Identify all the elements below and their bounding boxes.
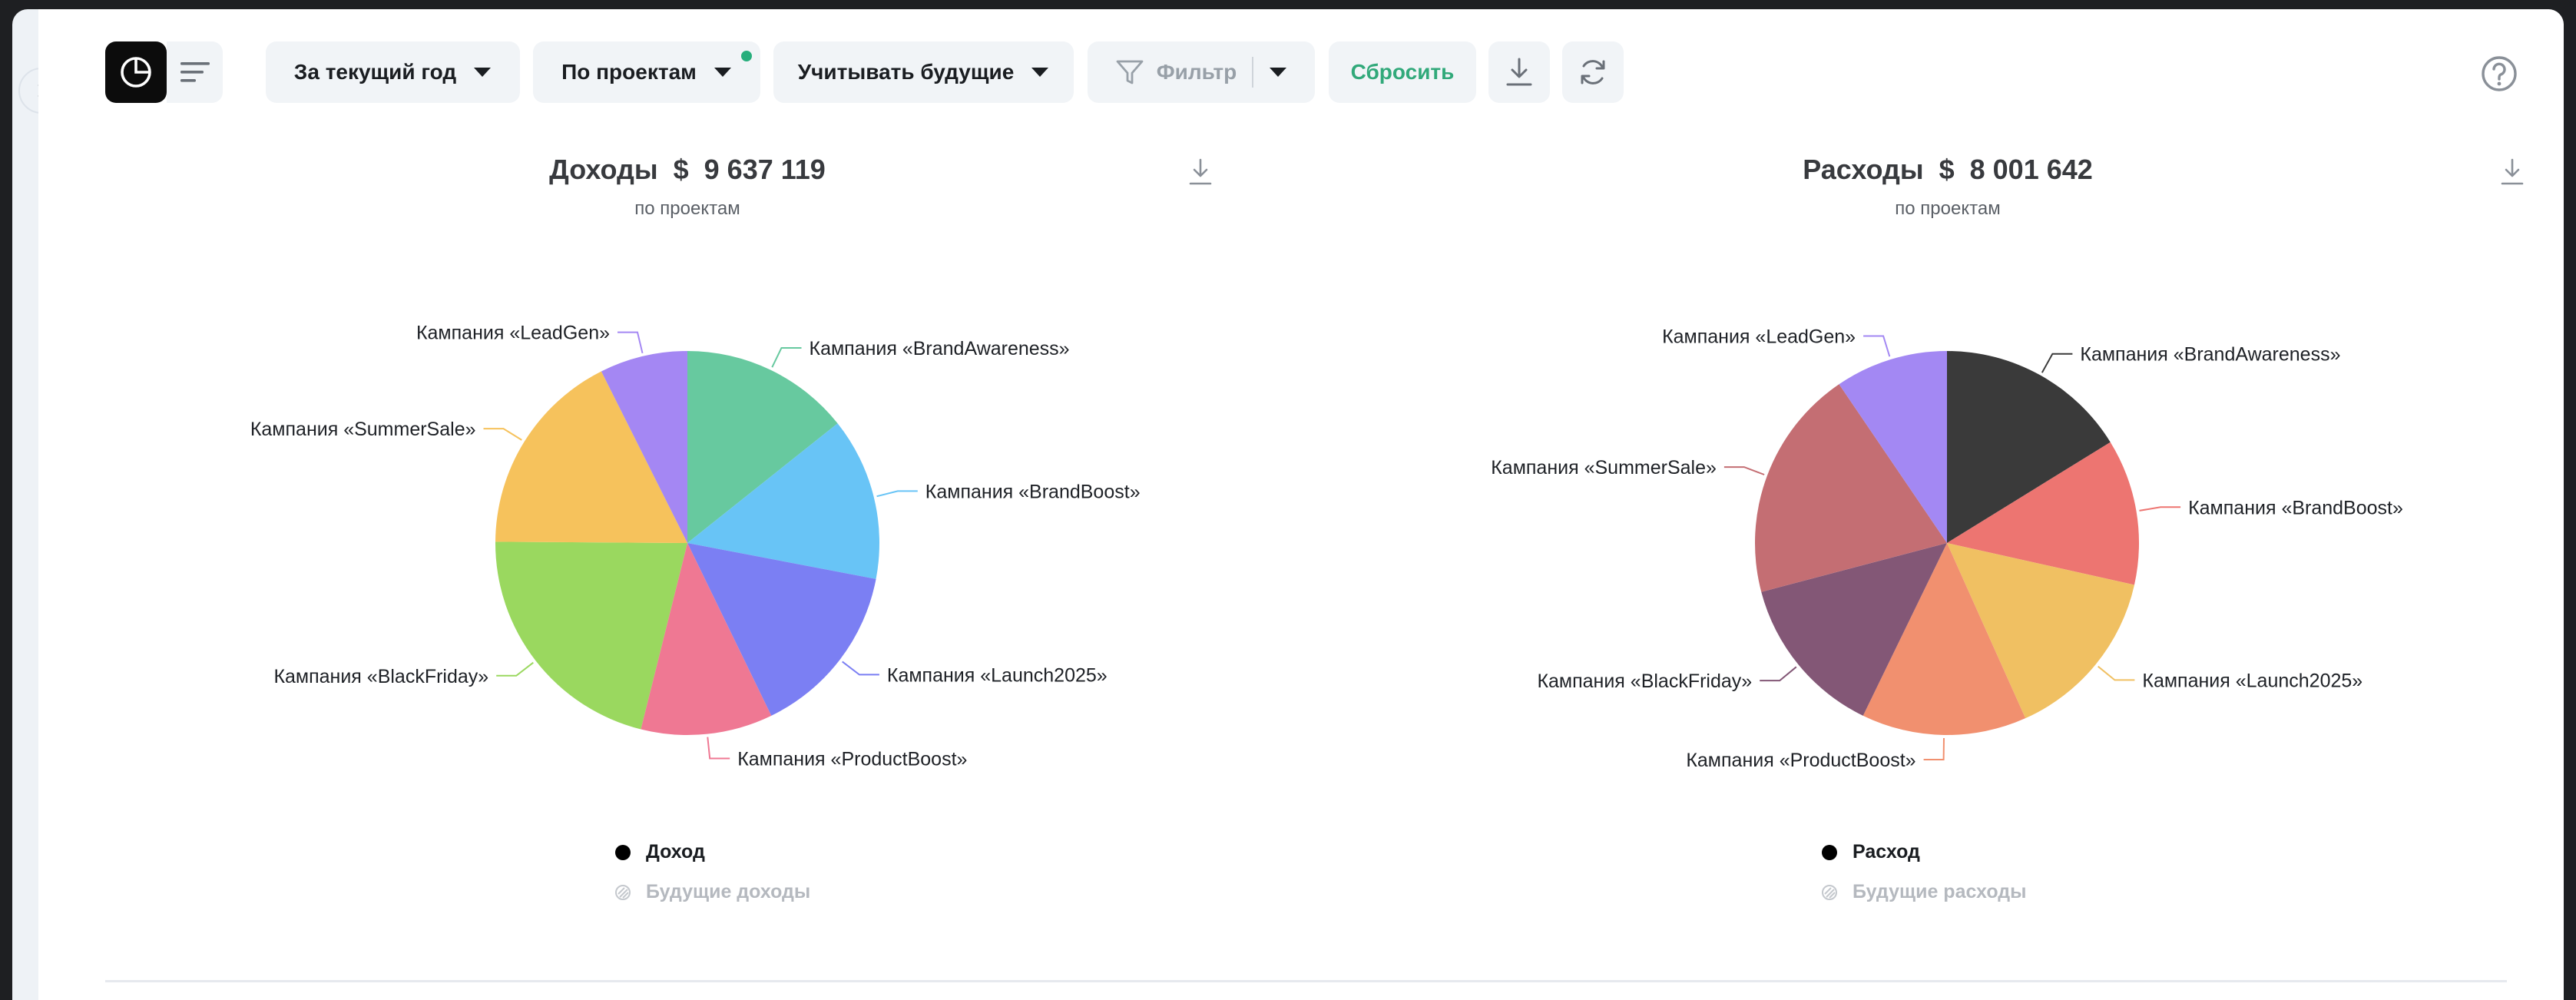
expense-leader-line <box>1923 737 1945 760</box>
legend-solid-marker <box>1822 844 1837 860</box>
period-dropdown-label: За текущий год <box>293 60 457 84</box>
caret-down-icon[interactable] <box>1269 67 1287 78</box>
expense-leader-line <box>2139 506 2181 512</box>
income-chart-title: Доходы $ 9 637 119 <box>549 154 826 185</box>
caret-down-icon <box>473 67 492 78</box>
expense-leader-line <box>1723 466 1765 475</box>
pie-chart-icon <box>121 57 151 88</box>
funnel-icon <box>1116 60 1144 84</box>
include-future-label: Учитывать будущие <box>797 60 1015 84</box>
expense-slice-label: Кампания «Launch2025» <box>2142 670 2362 691</box>
download-button[interactable] <box>1488 41 1550 103</box>
income-slice-label: Кампания «BrandBoost» <box>925 481 1141 502</box>
hatched-marker-icon <box>615 884 631 900</box>
group-dropdown-label: По проектам <box>561 60 697 84</box>
legend-solid-marker <box>615 844 631 860</box>
analytics-panel: За текущий год По проектам Учитывать буд… <box>38 9 2564 1000</box>
expense-pie-chart: Кампания «BrandAwareness» Кампания «Brand… <box>1491 326 2403 772</box>
income-slice-label: Кампания «BlackFriday» <box>273 666 488 687</box>
filter-label: Фильтр <box>1156 60 1237 84</box>
expense-chart-title: Расходы $ 8 001 642 <box>1803 154 2093 185</box>
help-icon <box>2482 56 2517 91</box>
refresh-icon <box>1581 60 1605 84</box>
reset-button-label: Сбросить <box>1350 60 1455 84</box>
expense-slice-label: Кампания «BrandAwareness» <box>2080 344 2340 366</box>
expense-slice-label: Кампания «BlackFriday» <box>1537 671 1752 692</box>
income-leader-line <box>618 331 644 354</box>
income-slice-label: Кампания «ProductBoost» <box>737 749 967 770</box>
income-legend-item[interactable]: Доход <box>615 841 705 863</box>
include-future-dropdown[interactable]: Учитывать будущие <box>773 41 1074 103</box>
expense-leader-line <box>1863 335 1891 357</box>
income-slice-label: Кампания «SummerSale» <box>250 419 476 440</box>
download-icon <box>1506 58 1532 86</box>
download-icon <box>1189 158 1212 185</box>
reset-button[interactable]: Сбросить <box>1329 41 1476 103</box>
caret-down-icon <box>1031 67 1049 78</box>
income-leader-line <box>842 661 879 676</box>
expense-chart-subtitle: по проектам <box>1895 198 2001 219</box>
active-indicator-dot <box>741 51 752 61</box>
expense-legend-item[interactable]: Расход <box>1822 841 1920 863</box>
income-slice-label: Кампания «Launch2025» <box>887 664 1108 686</box>
income-leader-line <box>707 737 730 760</box>
expense-download-button[interactable] <box>2499 157 2525 188</box>
expense-slice-label: Кампания «ProductBoost» <box>1686 750 1915 771</box>
period-dropdown[interactable]: За текущий год <box>266 41 520 103</box>
expense-slice-label: Кампания «LeadGen» <box>1662 326 1856 348</box>
income-slice-label: Кампания «BrandAwareness» <box>810 338 1070 359</box>
expense-slice-label: Кампания «BrandBoost» <box>2188 497 2403 518</box>
income-leader-line <box>496 661 534 677</box>
income-slice-label: Кампания «LeadGen» <box>416 323 610 344</box>
income-leader-line <box>771 347 802 368</box>
income-download-button[interactable] <box>1187 157 1214 188</box>
group-dropdown[interactable]: По проектам <box>533 41 760 103</box>
expense-slice-label: Кампания «SummerSale» <box>1491 457 1717 478</box>
filter-button[interactable]: Фильтр <box>1088 41 1315 103</box>
expense-future-legend-item[interactable]: Будущие расходы <box>1822 881 2027 903</box>
help-button[interactable] <box>2481 55 2518 92</box>
hatched-marker-icon <box>1822 884 1837 900</box>
expense-leader-line <box>2041 353 2073 373</box>
income-future-legend-item[interactable]: Будущие доходы <box>615 881 810 903</box>
income-pie-chart: Кампания «BrandAwareness» Кампания «Brand… <box>250 323 1141 770</box>
list-icon <box>180 62 210 82</box>
download-icon <box>2501 158 2524 185</box>
app-frame: За текущий год По проектам Учитывать буд… <box>12 9 2564 1000</box>
income-leader-line <box>483 428 522 441</box>
income-chart-subtitle: по проектам <box>634 198 740 219</box>
pie-view-button[interactable] <box>105 41 167 103</box>
section-divider <box>105 980 2507 982</box>
expense-leader-line <box>2098 665 2135 681</box>
refresh-button[interactable] <box>1562 41 1624 103</box>
caret-down-icon <box>714 67 732 78</box>
toolbar: За текущий год По проектам Учитывать буд… <box>105 41 2563 103</box>
income-leader-line <box>876 490 918 498</box>
list-view-button[interactable] <box>167 41 223 103</box>
expense-leader-line <box>1760 666 1797 682</box>
filter-divider <box>1252 57 1254 88</box>
